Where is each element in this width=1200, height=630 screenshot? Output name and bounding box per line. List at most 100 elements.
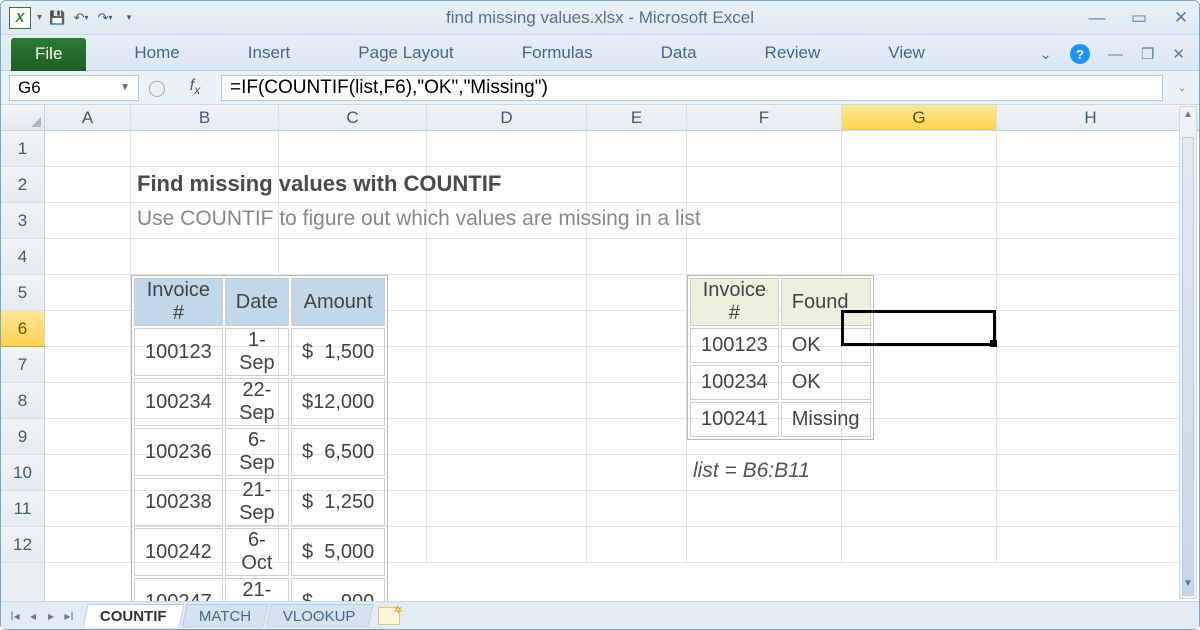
cell-A8[interactable] bbox=[45, 383, 131, 419]
ribbon-tab-data[interactable]: Data bbox=[641, 37, 717, 70]
doc-restore-icon[interactable]: ❐ bbox=[1141, 45, 1154, 63]
ribbon-tab-formulas[interactable]: Formulas bbox=[502, 37, 613, 70]
cell-A11[interactable] bbox=[45, 491, 131, 527]
cell-A1[interactable] bbox=[45, 131, 131, 167]
insert-sheet-icon[interactable] bbox=[378, 607, 400, 625]
cell-H10[interactable] bbox=[997, 455, 1185, 491]
row-header-11[interactable]: 11 bbox=[1, 491, 44, 527]
cell-H12[interactable] bbox=[997, 527, 1185, 563]
sheet-nav-prev-icon[interactable]: ◂ bbox=[25, 609, 41, 623]
cell-G11[interactable] bbox=[842, 491, 997, 527]
cell-D1[interactable] bbox=[427, 131, 587, 167]
cell-A10[interactable] bbox=[45, 455, 131, 491]
cell-F8[interactable] bbox=[687, 383, 842, 419]
minimize-button[interactable]: — bbox=[1087, 8, 1107, 28]
fx-icon[interactable]: fx bbox=[175, 77, 215, 97]
cell-F4[interactable] bbox=[687, 239, 842, 275]
row-header-4[interactable]: 4 bbox=[1, 239, 44, 275]
cell-A2[interactable] bbox=[45, 167, 131, 203]
cell-H1[interactable] bbox=[997, 131, 1185, 167]
column-header-C[interactable]: C bbox=[279, 105, 427, 130]
doc-minimize-icon[interactable]: — bbox=[1108, 46, 1123, 63]
cell-H2[interactable] bbox=[997, 167, 1185, 203]
column-header-A[interactable]: A bbox=[45, 105, 131, 130]
cell-G12[interactable] bbox=[842, 527, 997, 563]
cell-E3[interactable] bbox=[587, 203, 687, 239]
cell-E10[interactable] bbox=[587, 455, 687, 491]
column-header-F[interactable]: F bbox=[687, 105, 842, 130]
file-tab[interactable]: File bbox=[11, 38, 86, 71]
cell-A4[interactable] bbox=[45, 239, 131, 275]
undo-icon[interactable]: ↶▾ bbox=[72, 9, 90, 27]
row-header-1[interactable]: 1 bbox=[1, 131, 44, 167]
select-all-corner[interactable] bbox=[1, 105, 44, 131]
vertical-scrollbar[interactable]: ▲ ▼ bbox=[1179, 106, 1197, 599]
cell-F12[interactable] bbox=[687, 527, 842, 563]
name-box[interactable]: G6 ▼ bbox=[9, 75, 139, 101]
cell-B3[interactable] bbox=[131, 203, 279, 239]
cell-E1[interactable] bbox=[587, 131, 687, 167]
cell-F1[interactable] bbox=[687, 131, 842, 167]
cell-D9[interactable] bbox=[427, 419, 587, 455]
cell-B12[interactable] bbox=[131, 527, 279, 563]
ribbon-tab-page-layout[interactable]: Page Layout bbox=[338, 37, 473, 70]
cell-C2[interactable] bbox=[279, 167, 427, 203]
cell-D7[interactable] bbox=[427, 347, 587, 383]
ribbon-minimize-icon[interactable]: ⌄ bbox=[1039, 45, 1052, 63]
cell-C6[interactable] bbox=[279, 311, 427, 347]
cell-B9[interactable] bbox=[131, 419, 279, 455]
cell-D3[interactable] bbox=[427, 203, 587, 239]
cell-A3[interactable] bbox=[45, 203, 131, 239]
row-header-9[interactable]: 9 bbox=[1, 419, 44, 455]
cell-B10[interactable] bbox=[131, 455, 279, 491]
cell-F7[interactable] bbox=[687, 347, 842, 383]
column-header-G[interactable]: G bbox=[842, 105, 997, 130]
cell-F10[interactable] bbox=[687, 455, 842, 491]
ribbon-tab-view[interactable]: View bbox=[868, 37, 945, 70]
sheet-tab-vlookup[interactable]: VLOOKUP bbox=[265, 604, 373, 628]
doc-close-icon[interactable]: ✕ bbox=[1172, 45, 1185, 63]
cell-B5[interactable] bbox=[131, 275, 279, 311]
cell-E4[interactable] bbox=[587, 239, 687, 275]
excel-app-icon[interactable]: X bbox=[9, 7, 31, 29]
cell-H5[interactable] bbox=[997, 275, 1185, 311]
save-icon[interactable]: 💾 bbox=[48, 9, 66, 27]
cell-H6[interactable] bbox=[997, 311, 1185, 347]
cell-E12[interactable] bbox=[587, 527, 687, 563]
cell-A6[interactable] bbox=[45, 311, 131, 347]
cell-E5[interactable] bbox=[587, 275, 687, 311]
ribbon-tab-home[interactable]: Home bbox=[114, 37, 199, 70]
cell-G9[interactable] bbox=[842, 419, 997, 455]
sheet-nav-last-icon[interactable]: ▸I bbox=[61, 609, 77, 623]
formula-bar-expand-icon[interactable]: ⌄ bbox=[1173, 81, 1191, 94]
cell-H8[interactable] bbox=[997, 383, 1185, 419]
cell-F2[interactable] bbox=[687, 167, 842, 203]
cell-F11[interactable] bbox=[687, 491, 842, 527]
cell-A9[interactable] bbox=[45, 419, 131, 455]
help-icon[interactable]: ? bbox=[1070, 44, 1090, 64]
cells-area[interactable]: Find missing values with COUNTIFUse COUN… bbox=[45, 131, 1199, 563]
cell-B4[interactable] bbox=[131, 239, 279, 275]
row-header-2[interactable]: 2 bbox=[1, 167, 44, 203]
cell-G4[interactable] bbox=[842, 239, 997, 275]
cell-D10[interactable] bbox=[427, 455, 587, 491]
row-header-12[interactable]: 12 bbox=[1, 527, 44, 563]
cell-C10[interactable] bbox=[279, 455, 427, 491]
column-header-E[interactable]: E bbox=[587, 105, 687, 130]
cell-A5[interactable] bbox=[45, 275, 131, 311]
close-button[interactable]: ✕ bbox=[1171, 8, 1191, 28]
cell-H9[interactable] bbox=[997, 419, 1185, 455]
cell-F5[interactable] bbox=[687, 275, 842, 311]
cell-F6[interactable] bbox=[687, 311, 842, 347]
cell-D5[interactable] bbox=[427, 275, 587, 311]
cell-C1[interactable] bbox=[279, 131, 427, 167]
cell-D11[interactable] bbox=[427, 491, 587, 527]
worksheet-grid[interactable]: 123456789101112 ABCDEFGH Find missing va… bbox=[1, 105, 1199, 602]
cell-E2[interactable] bbox=[587, 167, 687, 203]
namebox-dropdown-icon[interactable]: ▼ bbox=[120, 82, 130, 93]
cell-D2[interactable] bbox=[427, 167, 587, 203]
cell-B1[interactable] bbox=[131, 131, 279, 167]
cell-E11[interactable] bbox=[587, 491, 687, 527]
sheet-nav-first-icon[interactable]: I◂ bbox=[7, 609, 23, 623]
cell-C12[interactable] bbox=[279, 527, 427, 563]
